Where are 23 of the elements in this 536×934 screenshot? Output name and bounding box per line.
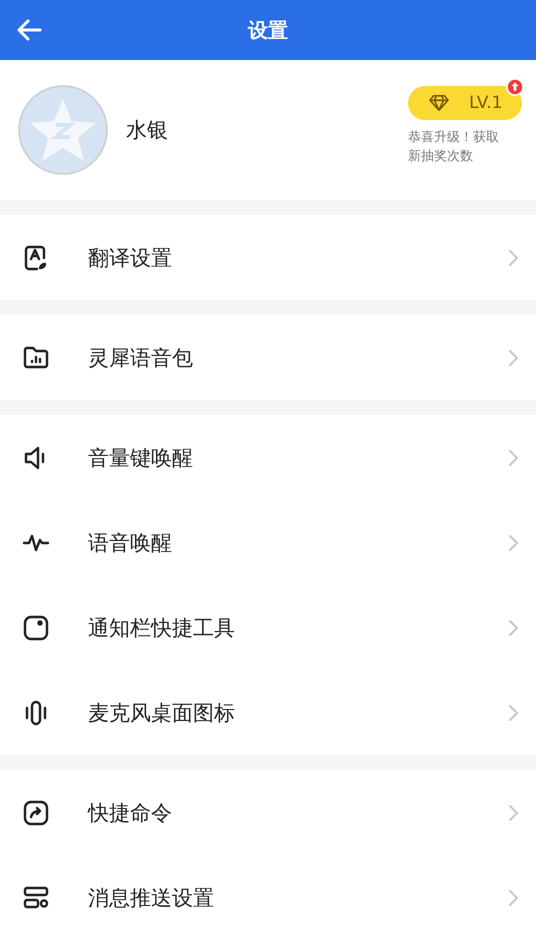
chevron-icon: [508, 248, 518, 266]
settings-item[interactable]: 通知栏快捷工具: [0, 585, 536, 670]
settings-item[interactable]: 灵犀语音包: [0, 315, 536, 400]
notification-square-icon: [22, 614, 50, 642]
settings-item[interactable]: 语音唤醒: [0, 500, 536, 585]
settings-item[interactable]: 音量键唤醒: [0, 415, 536, 500]
settings-item[interactable]: 消息推送设置: [0, 855, 536, 934]
diamond-icon: [428, 94, 450, 112]
settings-item[interactable]: 麦克风桌面图标: [0, 670, 536, 755]
chevron-icon: [508, 618, 518, 636]
chevron-icon: [508, 888, 518, 906]
level-button[interactable]: LV.1: [408, 86, 522, 120]
chevron-icon: [508, 534, 518, 552]
user-name: 水银: [126, 117, 169, 144]
chevron-icon: [508, 804, 518, 822]
chevron-icon: [508, 348, 518, 366]
page-title: 设置: [248, 16, 288, 44]
upgrade-note: 恭喜升级！获取新抽奖次数: [408, 129, 500, 166]
chevron-icon: [508, 704, 518, 722]
back-arrow-icon[interactable]: [16, 19, 42, 41]
chevron-icon: [508, 448, 518, 466]
settings-item[interactable]: 快捷命令: [0, 770, 536, 855]
settings-item[interactable]: 翻译设置: [0, 215, 536, 300]
